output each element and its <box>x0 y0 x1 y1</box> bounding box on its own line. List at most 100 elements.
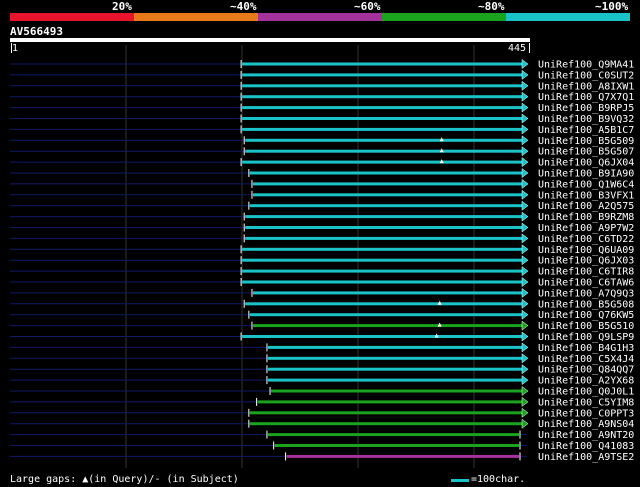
hit-row[interactable]: UniRef100_A2YX68 <box>10 375 634 387</box>
hit-name-link[interactable]: UniRef100_C5YIM8 <box>538 397 634 408</box>
alignment-arrow <box>521 135 529 146</box>
hit-name-link[interactable]: UniRef100_Q84QQ7 <box>538 365 634 376</box>
hit-name-link[interactable]: UniRef100_C5X4J4 <box>538 354 634 365</box>
hit-name-link[interactable]: UniRef100_B5G507 <box>538 147 634 158</box>
hit-row[interactable]: UniRef100_B9RPJ5 <box>10 102 634 114</box>
hit-name-link[interactable]: UniRef100_C0PPT3 <box>538 408 634 419</box>
alignment-arrow <box>521 309 529 320</box>
hit-row[interactable]: UniRef100_Q0J0L1 <box>10 386 634 398</box>
alignment-arrow <box>521 211 529 222</box>
aligned-segment <box>257 400 522 404</box>
hit-name-link[interactable]: UniRef100_Q6JX04 <box>538 158 634 169</box>
alignment-arrow <box>521 102 529 113</box>
hit-name-link[interactable]: UniRef100_B5G510 <box>538 321 634 332</box>
hit-name-link[interactable]: UniRef100_A9P7W2 <box>538 223 634 234</box>
hit-row[interactable]: UniRef100_B9VQ32 <box>10 113 634 125</box>
hit-name-link[interactable]: UniRef100_Q0J0L1 <box>538 387 634 398</box>
hit-name-link[interactable]: UniRef100_A8IXW1 <box>538 81 634 92</box>
hit-row[interactable]: UniRef100_Q1W6C4 <box>10 178 634 190</box>
alignment-arrow <box>521 80 529 91</box>
hit-name-link[interactable]: UniRef100_A9NS04 <box>538 419 634 430</box>
aligned-segment <box>245 215 523 219</box>
alignment-arrow <box>521 91 529 102</box>
hit-row[interactable]: UniRef100_B5G507 <box>10 146 634 158</box>
hit-row[interactable]: UniRef100_A8IXW1 <box>10 80 634 92</box>
hit-row[interactable]: UniRef100_C6TAW6 <box>10 277 634 289</box>
hit-row[interactable]: UniRef100_Q7X7Q1 <box>10 91 634 103</box>
hit-row[interactable]: UniRef100_A5B1C7 <box>10 124 634 136</box>
hit-row[interactable]: UniRef100_C0PPT3 <box>10 407 634 419</box>
hit-name-link[interactable]: UniRef100_B9RPJ5 <box>538 103 634 114</box>
alignment-arrow <box>521 331 529 342</box>
hit-row[interactable]: UniRef100_C0SUT2 <box>10 69 634 81</box>
hit-row[interactable]: UniRef100_Q6UA09 <box>10 244 634 256</box>
hit-name-link[interactable]: UniRef100_Q41083 <box>538 441 634 452</box>
hit-row[interactable]: UniRef100_C5YIM8 <box>10 396 634 408</box>
large-gaps-legend: Large gaps: ▲(in Query)/- (in Subject) <box>10 474 239 485</box>
hit-row[interactable]: UniRef100_B5G509 <box>10 135 634 147</box>
hit-name-link[interactable]: UniRef100_C6TIR8 <box>538 267 634 278</box>
alignment-arrow <box>521 320 529 331</box>
hit-name-link[interactable]: UniRef100_C0SUT2 <box>538 70 634 81</box>
hit-row[interactable]: UniRef100_Q76KW5 <box>10 309 634 321</box>
hit-name-link[interactable]: UniRef100_C6TAW6 <box>538 278 634 289</box>
hit-row[interactable]: UniRef100_A7Q9Q3 <box>10 287 634 299</box>
hit-name-link[interactable]: UniRef100_A5B1C7 <box>538 125 634 136</box>
hit-name-link[interactable]: UniRef100_A2YX68 <box>538 376 634 387</box>
hit-name-link[interactable]: UniRef100_C6TD22 <box>538 234 634 245</box>
alignment-arrow <box>521 386 529 396</box>
hit-name-link[interactable]: UniRef100_Q6UA09 <box>538 245 634 256</box>
aligned-segment <box>242 95 522 99</box>
alignment-arrow <box>521 396 529 407</box>
aligned-segment <box>252 193 522 197</box>
hit-row[interactable]: UniRef100_B5G510 <box>10 320 634 332</box>
hit-name-link[interactable]: UniRef100_Q9MA41 <box>538 60 634 71</box>
aligned-segment <box>245 236 523 240</box>
hit-name-link[interactable]: UniRef100_Q9LSP9 <box>538 332 634 343</box>
hit-row[interactable]: UniRef100_Q6JX03 <box>10 255 634 267</box>
aligned-segment <box>242 117 522 120</box>
hit-row[interactable]: UniRef100_Q9LSP9 <box>10 331 634 343</box>
hit-row[interactable]: UniRef100_Q6JX04 <box>10 157 634 169</box>
hit-row[interactable]: UniRef100_C6TIR8 <box>10 266 634 278</box>
scale-label: =100char. <box>471 474 526 485</box>
hit-name-link[interactable]: UniRef100_Q7X7Q1 <box>538 92 634 103</box>
hit-row[interactable]: UniRef100_B5G508 <box>10 298 634 310</box>
hit-name-link[interactable]: UniRef100_B5G508 <box>538 299 634 310</box>
hit-name-link[interactable]: UniRef100_B9VQ32 <box>538 114 634 125</box>
hit-row[interactable]: UniRef100_Q84QQ7 <box>10 364 634 376</box>
hit-name-link[interactable]: UniRef100_B9RZM8 <box>538 212 634 223</box>
hit-row[interactable]: UniRef100_B9IA90 <box>10 168 634 180</box>
hit-name-link[interactable]: UniRef100_B4G1H3 <box>538 343 634 354</box>
aligned-segment <box>267 345 522 349</box>
hit-name-link[interactable]: UniRef100_Q6JX03 <box>538 256 634 267</box>
hit-row[interactable]: UniRef100_A9NT20 <box>10 430 634 441</box>
hit-row[interactable]: UniRef100_C5X4J4 <box>10 353 634 365</box>
aligned-segment <box>252 182 522 186</box>
hit-row[interactable]: UniRef100_A9NS04 <box>10 418 634 430</box>
hit-row[interactable]: UniRef100_A2Q575 <box>10 200 634 212</box>
hit-name-link[interactable]: UniRef100_B5G509 <box>538 136 634 147</box>
hit-row[interactable]: UniRef100_Q9MA41 <box>10 59 634 71</box>
hit-name-link[interactable]: UniRef100_A2Q575 <box>538 201 634 212</box>
hit-row[interactable]: UniRef100_Q41083 <box>10 441 634 452</box>
hit-name-link[interactable]: UniRef100_B3VFX1 <box>538 190 634 201</box>
hit-row[interactable]: UniRef100_B3VFX1 <box>10 189 634 201</box>
hit-name-link[interactable]: UniRef100_A7Q9Q3 <box>538 288 634 299</box>
hit-name-link[interactable]: UniRef100_A9NT20 <box>538 430 634 441</box>
hit-name-link[interactable]: UniRef100_A9TSE2 <box>538 452 634 463</box>
hit-row[interactable]: UniRef100_B4G1H3 <box>10 342 634 354</box>
hit-name-link[interactable]: UniRef100_B9IA90 <box>538 169 634 180</box>
hit-name-link[interactable]: UniRef100_Q1W6C4 <box>538 179 634 190</box>
hit-row[interactable]: UniRef100_A9TSE2 <box>10 452 634 463</box>
aligned-segment <box>242 73 522 77</box>
aligned-segment <box>245 149 523 153</box>
hit-row[interactable]: UniRef100_A9P7W2 <box>10 222 634 234</box>
hit-row[interactable]: UniRef100_B9RZM8 <box>10 211 634 223</box>
alignment-arrow <box>521 375 529 386</box>
alignment-arrow <box>521 244 529 255</box>
hit-row[interactable]: UniRef100_C6TD22 <box>10 233 634 245</box>
hit-name-link[interactable]: UniRef100_Q76KW5 <box>538 310 634 321</box>
alignment-arrow <box>521 353 529 364</box>
aligned-segment <box>274 444 519 447</box>
